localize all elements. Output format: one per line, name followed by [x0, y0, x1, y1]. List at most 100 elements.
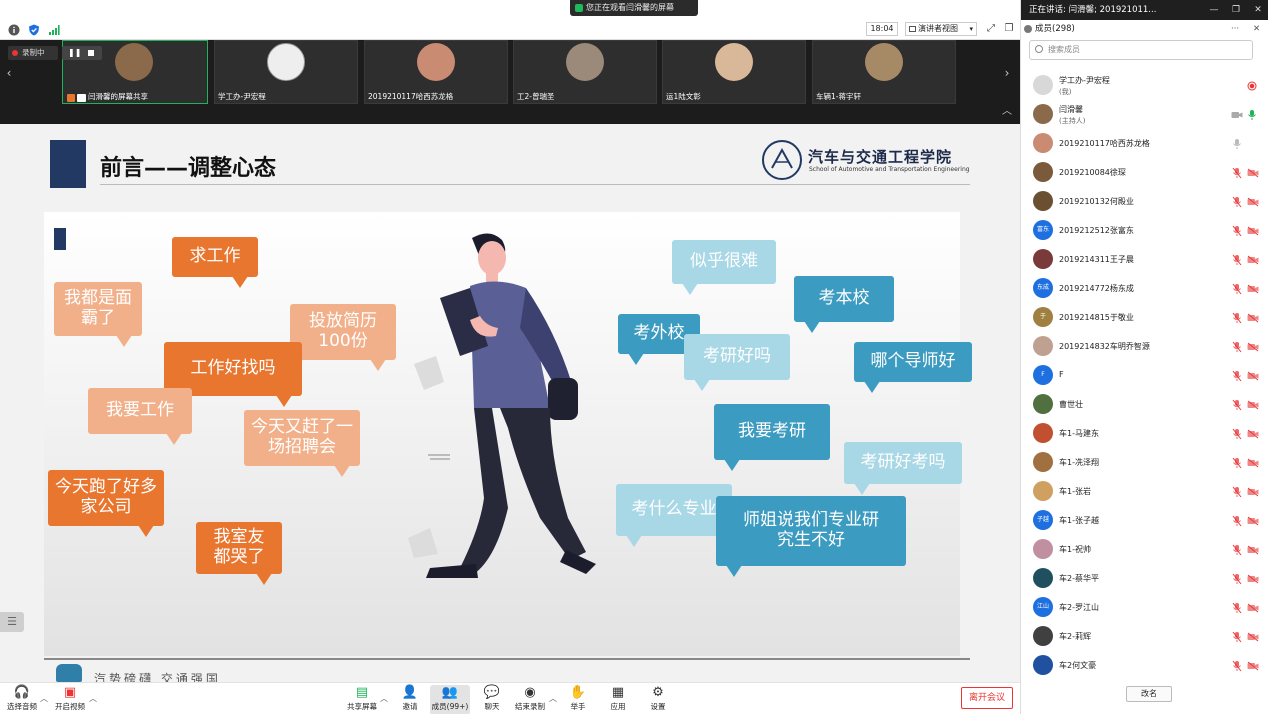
chat-button[interactable]: 💬 聊天 — [472, 685, 512, 714]
camera-off-icon[interactable] — [1247, 371, 1259, 381]
info-icon[interactable] — [8, 24, 20, 36]
video-tile[interactable]: 运1陆文彰 — [662, 40, 806, 104]
camera-off-icon[interactable] — [1247, 284, 1259, 294]
member-row[interactable]: 2019214832车明乔智源 — [1021, 333, 1268, 362]
camera-off-icon[interactable] — [1247, 400, 1259, 410]
member-row[interactable]: 学工办-尹宏程 (我) — [1021, 72, 1268, 101]
mic-off-icon[interactable] — [1232, 254, 1242, 266]
camera-off-icon[interactable] — [1247, 313, 1259, 323]
restore-icon[interactable]: ❐ — [1227, 0, 1245, 20]
member-search-input[interactable]: 搜索成员 — [1029, 40, 1253, 60]
member-row[interactable]: 2019210117哈西苏龙格 — [1021, 130, 1268, 159]
screen-share-banner[interactable]: 您正在观看闫滑馨的屏幕 — [570, 0, 698, 16]
camera-icon[interactable] — [1231, 110, 1243, 120]
invite-button[interactable]: 👤 邀请 — [390, 685, 430, 714]
member-row[interactable]: 车1-冼泽翔 — [1021, 449, 1268, 478]
member-row[interactable]: 曹世壮 — [1021, 391, 1268, 420]
member-row[interactable]: 子越 车1-张子越 — [1021, 507, 1268, 536]
rename-button[interactable]: 改名 — [1126, 686, 1172, 702]
member-row[interactable]: 2019214311王子晨 — [1021, 246, 1268, 275]
fullscreen-icon[interactable]: ⤢ — [984, 22, 998, 36]
video-tile[interactable]: 2019210117哈西苏龙格 — [364, 40, 508, 104]
minimize-icon[interactable]: — — [1205, 0, 1223, 20]
audio-button[interactable]: 🎧 选择音频 — [2, 685, 42, 714]
camera-off-icon[interactable] — [1247, 574, 1259, 584]
camera-off-icon[interactable] — [1247, 545, 1259, 555]
settings-button[interactable]: ⚙ 设置 — [638, 685, 678, 714]
mic-off-icon[interactable] — [1232, 167, 1242, 179]
video-button[interactable]: ▣ 开启视频 — [50, 685, 90, 714]
member-row[interactable]: 于 2019214815于敬业 — [1021, 304, 1268, 333]
member-row[interactable]: 东成 2019214772杨东成 — [1021, 275, 1268, 304]
window-mode-icon[interactable]: ❐ — [1002, 22, 1016, 36]
camera-off-icon[interactable] — [1247, 197, 1259, 207]
mic-off-icon[interactable] — [1232, 660, 1242, 672]
video-tile[interactable]: 工2-曾瑞圣 — [513, 40, 657, 104]
members-button[interactable]: 👥 成员(99+) — [430, 685, 470, 714]
stop-icon[interactable] — [88, 50, 94, 56]
mic-off-icon[interactable] — [1232, 225, 1242, 237]
pause-icon[interactable]: ❚❚ — [68, 46, 81, 60]
video-tile[interactable]: 车辆1-蒋宇轩 — [812, 40, 956, 104]
mic-on-icon[interactable] — [1247, 109, 1257, 121]
member-row[interactable]: 闫滑馨 (主持人) — [1021, 101, 1268, 130]
camera-off-icon[interactable] — [1247, 255, 1259, 265]
camera-off-icon[interactable] — [1247, 342, 1259, 352]
apps-button[interactable]: ▦ 应用 — [598, 685, 638, 714]
member-row[interactable]: 2019210084徐琛 — [1021, 159, 1268, 188]
camera-off-icon[interactable] — [1247, 661, 1259, 671]
mic-off-icon[interactable] — [1232, 573, 1242, 585]
signal-icon[interactable] — [48, 24, 60, 36]
camera-off-icon[interactable] — [1247, 603, 1259, 613]
mic-off-icon[interactable] — [1232, 515, 1242, 527]
chevron-up-icon[interactable]: ︿ — [380, 693, 388, 704]
member-row[interactable]: 车2-蔡华平 — [1021, 565, 1268, 594]
member-row[interactable]: 车1-祝帅 — [1021, 536, 1268, 565]
mic-off-icon[interactable] — [1232, 631, 1242, 643]
chevron-up-icon[interactable]: ︿ — [549, 693, 557, 704]
mic-off-icon[interactable] — [1232, 457, 1242, 469]
camera-off-icon[interactable] — [1247, 429, 1259, 439]
member-row[interactable]: 车2何文豪 — [1021, 652, 1268, 681]
member-row[interactable]: 车1-张岩 — [1021, 478, 1268, 507]
camera-off-icon[interactable] — [1247, 168, 1259, 178]
chevron-up-icon[interactable]: ︿ — [89, 693, 97, 704]
mic-off-icon[interactable] — [1232, 428, 1242, 440]
slide-list-icon[interactable]: ☰ — [0, 612, 24, 632]
camera-off-icon[interactable] — [1247, 516, 1259, 526]
share-screen-button[interactable]: ▤ 共享屏幕 — [342, 685, 382, 714]
member-row[interactable]: FF — [1021, 362, 1268, 391]
mic-off-icon[interactable] — [1232, 283, 1242, 295]
member-row[interactable]: 车2-莉辉 — [1021, 623, 1268, 652]
mic-off-icon[interactable] — [1232, 399, 1242, 411]
camera-off-icon[interactable] — [1247, 226, 1259, 236]
camera-off-icon[interactable] — [1247, 632, 1259, 642]
view-mode-select[interactable]: 演讲者视图 ▾ — [905, 22, 977, 36]
mic-off-icon[interactable] — [1232, 486, 1242, 498]
recording-dot-icon[interactable] — [1247, 80, 1257, 92]
collapse-strip-icon[interactable]: ︿ — [1002, 102, 1012, 117]
end-recording-button[interactable]: ◉ 结束录制 — [510, 685, 550, 714]
mic-off-icon[interactable] — [1232, 312, 1242, 324]
video-tile[interactable]: 学工办-尹宏程 — [214, 40, 358, 104]
strip-next-arrow[interactable]: › — [998, 40, 1016, 106]
camera-off-icon[interactable] — [1247, 487, 1259, 497]
mic-off-icon[interactable] — [1232, 196, 1242, 208]
mic-icon[interactable] — [1232, 138, 1242, 150]
camera-off-icon[interactable] — [1247, 458, 1259, 468]
member-row[interactable]: 富东 2019212512张富东 — [1021, 217, 1268, 246]
leave-meeting-button[interactable]: 离开会议 — [961, 687, 1013, 709]
close-icon[interactable]: ✕ — [1249, 0, 1267, 20]
mic-off-icon[interactable] — [1232, 341, 1242, 353]
member-row[interactable]: 车1-马建东 — [1021, 420, 1268, 449]
more-icon[interactable]: ··· — [1231, 20, 1239, 38]
member-row[interactable]: 2019210132何殿业 — [1021, 188, 1268, 217]
raise-hand-button[interactable]: ✋ 举手 — [558, 685, 598, 714]
close-panel-icon[interactable]: ✕ — [1253, 20, 1260, 38]
mic-off-icon[interactable] — [1232, 602, 1242, 614]
mic-off-icon[interactable] — [1232, 370, 1242, 382]
member-row[interactable]: 江山 车2-罗江山 — [1021, 594, 1268, 623]
mic-off-icon[interactable] — [1232, 544, 1242, 556]
shield-icon[interactable] — [28, 24, 40, 36]
chevron-up-icon[interactable]: ︿ — [40, 693, 48, 704]
